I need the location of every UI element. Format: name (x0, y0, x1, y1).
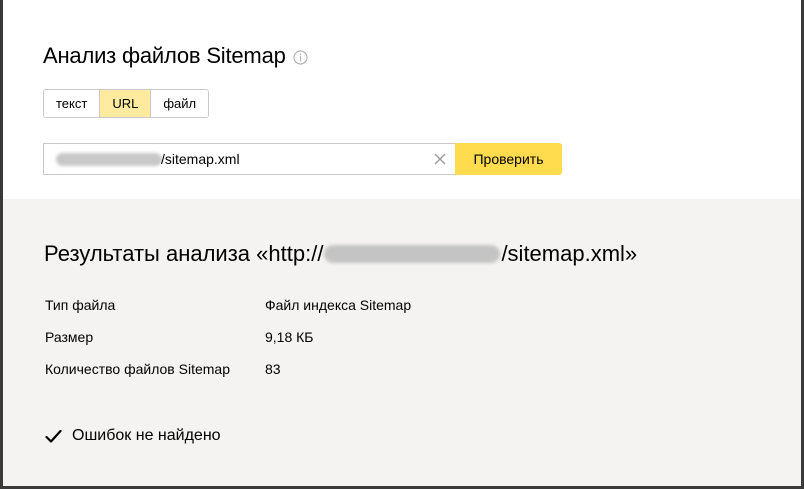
info-icon[interactable] (293, 49, 308, 65)
results-title-prefix: Результаты анализа «http:// (44, 241, 324, 266)
url-field (43, 143, 455, 175)
page-title-text: Анализ файлов Sitemap (43, 43, 286, 68)
close-icon[interactable] (433, 152, 447, 166)
app-window: Анализ файлов Sitemap текст URL файл /si… (0, 0, 804, 489)
row-key-sitemap-count: Количество файлов Sitemap (45, 361, 230, 377)
status-text: Ошибок не найдено (72, 427, 221, 444)
results-section: Результаты анализа «http:// /sitemap.xml… (3, 199, 801, 486)
tab-text[interactable]: текст (44, 90, 101, 117)
url-input[interactable] (44, 144, 424, 174)
checkmark-icon (45, 429, 62, 444)
row-key-size: Размер (45, 329, 94, 345)
sitemap-form-section: Анализ файлов Sitemap текст URL файл /si… (3, 0, 801, 199)
results-title: Результаты анализа «http:// /sitemap.xml… (44, 241, 637, 267)
tab-url[interactable]: URL (100, 90, 152, 117)
tab-file[interactable]: файл (151, 90, 209, 117)
redacted-domain-title (324, 245, 501, 263)
page-title: Анализ файлов Sitemap (43, 43, 308, 69)
input-mode-switch: текст URL файл (43, 89, 210, 118)
results-title-suffix: /sitemap.xml» (501, 241, 638, 266)
row-value-size: 9,18 КБ (265, 329, 314, 345)
row-value-file-type: Файл индекса Sitemap (265, 297, 412, 313)
row-value-sitemap-count: 83 (265, 361, 281, 377)
row-key-file-type: Тип файла (45, 297, 116, 313)
check-button[interactable]: Проверить (455, 143, 562, 175)
status-message: Ошибок не найдено (45, 427, 221, 445)
